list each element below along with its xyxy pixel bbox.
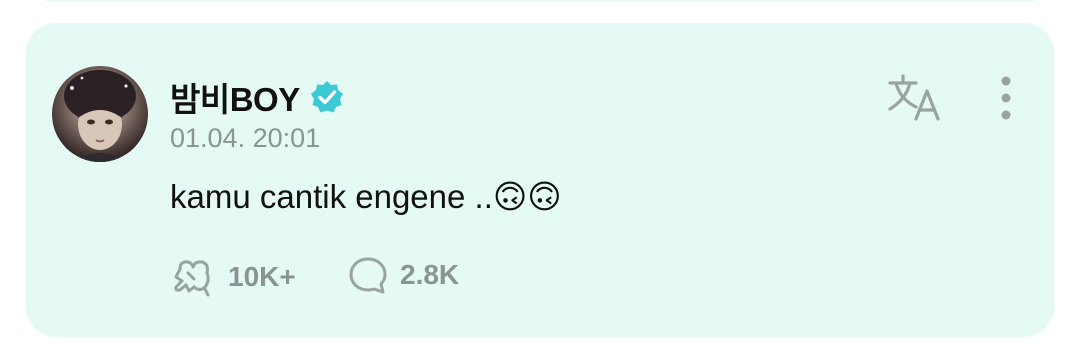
verified-badge-icon [310, 81, 343, 113]
like-button[interactable]: 10K+ [172, 255, 296, 299]
author-row: 밤비BOY [170, 73, 344, 121]
comment-button[interactable]: 2.8K [348, 255, 459, 295]
avatar[interactable] [52, 66, 148, 162]
avatar-image [64, 70, 136, 162]
more-options-button[interactable] [994, 75, 1018, 121]
translate-icon [888, 74, 940, 121]
heart-hand-icon [174, 260, 210, 297]
post-card: 밤비BOY 01.04. 20:01 kamu cantik engene ..… [26, 23, 1054, 337]
previous-post-card-edge [26, 0, 1054, 2]
more-vertical-icon [1001, 76, 1011, 120]
translate-button[interactable] [886, 71, 944, 123]
post-message: kamu cantik engene ..🙃🙃 [170, 178, 562, 215]
author-name[interactable]: 밤비BOY [170, 73, 300, 121]
comment-count: 2.8K [400, 259, 460, 290]
post-timestamp: 01.04. 20:01 [170, 123, 321, 153]
like-count: 10K+ [228, 261, 296, 292]
comment-bubble-icon [349, 257, 387, 294]
